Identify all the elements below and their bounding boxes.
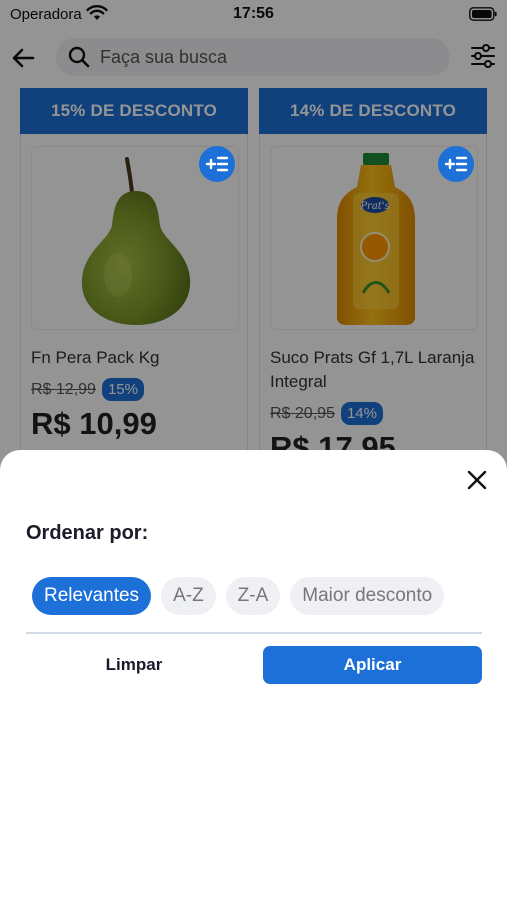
divider bbox=[26, 632, 482, 634]
sort-option-a-z[interactable]: A-Z bbox=[161, 577, 216, 615]
sort-bottom-sheet: Ordenar por: Relevantes A-Z Z-A Maior desco… bbox=[0, 450, 507, 900]
add-to-list-button[interactable] bbox=[438, 146, 474, 182]
sort-option-maior-desconto[interactable]: Maior desconto bbox=[290, 577, 445, 615]
clear-button[interactable]: Limpar bbox=[26, 646, 242, 684]
sort-options: Relevantes A-Z Z-A Maior desconto bbox=[32, 577, 482, 617]
sort-option-z-a[interactable]: Z-A bbox=[225, 577, 281, 615]
add-to-list-icon bbox=[205, 156, 229, 172]
close-icon[interactable] bbox=[465, 468, 489, 492]
apply-button[interactable]: Aplicar bbox=[263, 646, 482, 684]
sort-option-relevantes[interactable]: Relevantes bbox=[32, 577, 152, 615]
sort-title: Ordenar por: bbox=[26, 522, 149, 544]
add-to-list-icon bbox=[444, 156, 468, 172]
add-to-list-button[interactable] bbox=[199, 146, 235, 182]
